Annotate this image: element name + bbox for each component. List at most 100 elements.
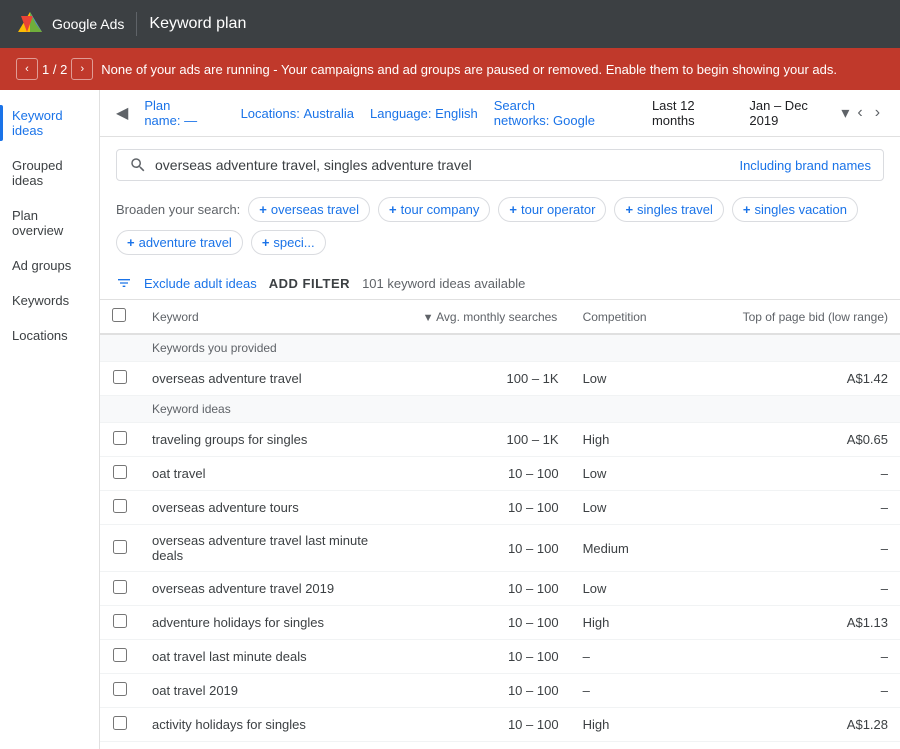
row-checkbox-cell[interactable]: [100, 742, 140, 749]
date-dropdown-icon[interactable]: ▾: [841, 103, 849, 123]
sidebar-item-ad-groups-label: Ad groups: [12, 258, 71, 273]
keyword-cell: overseas adventure tours: [140, 491, 411, 525]
row-checkbox-cell[interactable]: [100, 640, 140, 674]
row-checkbox[interactable]: [113, 648, 127, 662]
sidebar-item-plan-overview[interactable]: Plan overview: [0, 198, 99, 248]
row-checkbox-cell[interactable]: [100, 362, 140, 396]
keyword-cell: overseas adventure travel: [140, 362, 411, 396]
competition-cell: High: [571, 423, 731, 457]
app-name: Google Ads: [52, 16, 124, 32]
competition-cell: Low: [571, 491, 731, 525]
sidebar: Keyword ideas Grouped ideas Plan overvie…: [0, 90, 100, 749]
sidebar-item-locations[interactable]: Locations: [0, 318, 99, 353]
search-icon: [129, 156, 147, 174]
broaden-chip-3[interactable]: + singles travel: [614, 197, 723, 222]
top-bid-cell: –: [731, 572, 900, 606]
keyword-search-box: Including brand names: [116, 149, 884, 181]
date-next-arrow[interactable]: ›: [871, 102, 884, 124]
broaden-chip-1[interactable]: + tour company: [378, 197, 490, 222]
date-selector[interactable]: Last 12 months Jan – Dec 2019 ▾ ‹ ›: [652, 98, 884, 128]
row-checkbox[interactable]: [113, 465, 127, 479]
table-row: oat travel 2019 10 – 100 – –: [100, 674, 900, 708]
keyword-cell: oat travel last minute deals: [140, 640, 411, 674]
row-checkbox[interactable]: [113, 431, 127, 445]
plan-name-item: Plan name: —: [144, 98, 224, 128]
row-checkbox[interactable]: [113, 499, 127, 513]
sidebar-item-locations-label: Locations: [12, 328, 68, 343]
date-label: Last 12 months: [652, 98, 738, 128]
row-checkbox-cell[interactable]: [100, 606, 140, 640]
competition-cell: High: [571, 708, 731, 742]
monthly-searches-cell: 10 – 100: [411, 606, 571, 640]
brand-names-label[interactable]: Including brand names: [739, 158, 871, 173]
alert-navigation[interactable]: ‹ 1 / 2 ›: [16, 58, 93, 80]
sidebar-item-keyword-ideas[interactable]: Keyword ideas: [0, 98, 99, 148]
table-row: adventure holidays for singles 10 – 100 …: [100, 606, 900, 640]
table-row: oat travel 10 – 100 Low –: [100, 457, 900, 491]
select-all-checkbox[interactable]: [112, 308, 126, 322]
top-bid-cell: –: [731, 674, 900, 708]
col-header-top-bid: Top of page bid (low range): [731, 300, 900, 334]
monthly-searches-cell: 10 – 100: [411, 572, 571, 606]
keyword-cell: traveling groups for singles: [140, 423, 411, 457]
broaden-chip-0[interactable]: + overseas travel: [248, 197, 370, 222]
keyword-cell: oat travel: [140, 457, 411, 491]
row-checkbox[interactable]: [113, 370, 127, 384]
date-prev-arrow[interactable]: ‹: [853, 102, 866, 124]
alert-counter: 1 / 2: [42, 62, 67, 77]
row-checkbox-cell[interactable]: [100, 572, 140, 606]
col-header-competition: Competition: [571, 300, 731, 334]
sidebar-item-ad-groups[interactable]: Ad groups: [0, 248, 99, 283]
top-bid-cell: –: [731, 491, 900, 525]
row-checkbox-cell[interactable]: [100, 525, 140, 572]
sidebar-item-grouped-ideas[interactable]: Grouped ideas: [0, 148, 99, 198]
top-bid-cell: A$0.65: [731, 423, 900, 457]
location-item: Locations: Australia: [241, 106, 354, 121]
date-range: Jan – Dec 2019: [749, 98, 837, 128]
broaden-chip-5[interactable]: + adventure travel: [116, 230, 243, 255]
competition-cell: High: [571, 606, 731, 640]
row-checkbox[interactable]: [113, 614, 127, 628]
top-bid-cell: A$1.13: [731, 606, 900, 640]
row-checkbox[interactable]: [113, 716, 127, 730]
top-bid-cell: A$1.42: [731, 362, 900, 396]
language-item: Language: English: [370, 106, 478, 121]
alert-next-button[interactable]: ›: [71, 58, 93, 80]
row-checkbox-cell[interactable]: [100, 423, 140, 457]
sidebar-item-keywords[interactable]: Keywords: [0, 283, 99, 318]
search-input[interactable]: [155, 157, 739, 173]
alert-prev-button[interactable]: ‹: [16, 58, 38, 80]
row-checkbox-cell[interactable]: [100, 708, 140, 742]
monthly-searches-cell: 10 – 100: [411, 674, 571, 708]
exclude-adult-link[interactable]: Exclude adult ideas: [144, 276, 257, 291]
broaden-chip-6[interactable]: + speci...: [251, 230, 326, 255]
plan-settings-toggle[interactable]: ◀: [116, 103, 128, 123]
keyword-cell: activity holidays for singles: [140, 708, 411, 742]
keyword-table: Keyword ▼ Avg. monthly searches Competit…: [100, 300, 900, 749]
row-checkbox[interactable]: [113, 540, 127, 554]
keyword-cell: overseas adventure travel last minute de…: [140, 525, 411, 572]
monthly-searches-cell: 10 – 100: [411, 640, 571, 674]
add-filter-button[interactable]: ADD FILTER: [269, 276, 350, 291]
table-row: oat travel last minute deals 10 – 100 – …: [100, 640, 900, 674]
monthly-searches-cell: 10 – 100: [411, 525, 571, 572]
broaden-chip-4[interactable]: + singles vacation: [732, 197, 858, 222]
col-header-keyword: Keyword: [140, 300, 411, 334]
broaden-chip-2[interactable]: + tour operator: [498, 197, 606, 222]
sidebar-item-plan-overview-label: Plan overview: [12, 208, 87, 238]
row-checkbox-cell[interactable]: [100, 674, 140, 708]
table-row: activity holidays for singles 10 – 100 H…: [100, 708, 900, 742]
filter-icon: [116, 275, 132, 291]
row-checkbox-cell[interactable]: [100, 491, 140, 525]
row-checkbox[interactable]: [113, 682, 127, 696]
row-checkbox-cell[interactable]: [100, 457, 140, 491]
sidebar-item-grouped-ideas-label: Grouped ideas: [12, 158, 87, 188]
main-layout: Keyword ideas Grouped ideas Plan overvie…: [0, 90, 900, 749]
monthly-searches-cell: 100 – 1K: [411, 362, 571, 396]
competition-cell: Low: [571, 572, 731, 606]
filter-bar: Exclude adult ideas ADD FILTER 101 keywo…: [100, 267, 900, 300]
top-bid-cell: –: [731, 525, 900, 572]
row-checkbox[interactable]: [113, 580, 127, 594]
col-header-monthly-searches[interactable]: ▼ Avg. monthly searches: [411, 300, 571, 334]
broaden-search-area: Broaden your search: + overseas travel +…: [100, 193, 900, 267]
